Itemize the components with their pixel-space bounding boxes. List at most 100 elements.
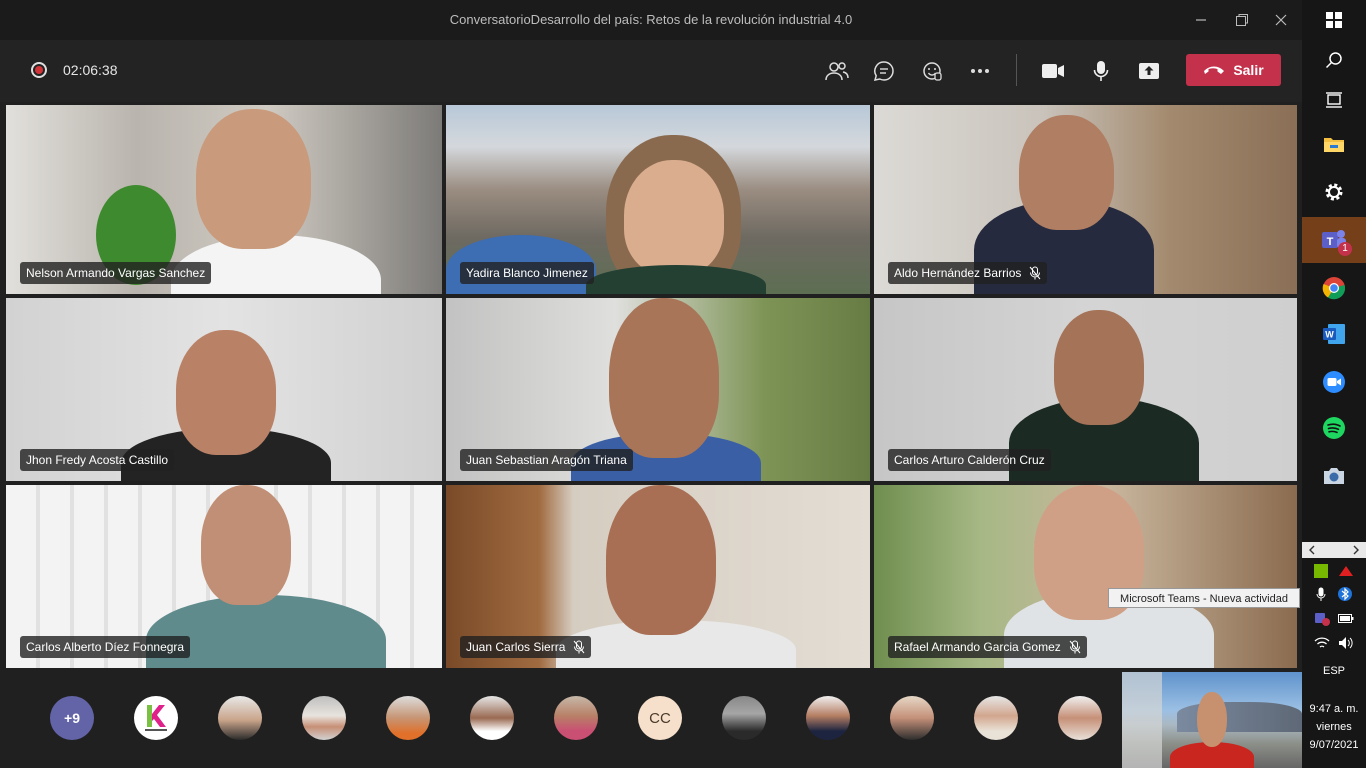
participant-name-label: Carlos Alberto Díez Fonnegra	[20, 636, 191, 658]
volume-icon	[1339, 637, 1353, 649]
chevron-right-icon	[1353, 545, 1359, 555]
participant-tile[interactable]: Rafael Armando Garcia Gomez	[874, 485, 1297, 668]
share-tray-icon	[1139, 63, 1159, 79]
tray-microphone-icon	[1316, 587, 1326, 601]
spotify-icon	[1323, 417, 1345, 439]
more-actions-button[interactable]	[965, 56, 995, 86]
participant-name-label: Juan Carlos Sierra	[460, 636, 592, 658]
tray-scroll[interactable]	[1302, 542, 1366, 558]
share-screen-button[interactable]	[1134, 56, 1164, 86]
clock-date: 9/07/2021	[1309, 739, 1359, 751]
participant-tile[interactable]: Nelson Armando Vargas Sanchez	[6, 105, 442, 294]
windows-logo-icon	[1326, 12, 1342, 28]
file-explorer-button[interactable]	[1318, 128, 1350, 160]
participants-button[interactable]	[822, 56, 852, 86]
settings-button[interactable]	[1318, 176, 1350, 208]
call-timer: 02:06:38	[63, 62, 118, 78]
camera-button[interactable]	[1038, 56, 1068, 86]
avatar[interactable]	[806, 696, 850, 740]
title-bar: ConversatorioDesarrollo del país: Retos …	[0, 0, 1302, 40]
konrad-lorenz-logo-icon	[145, 705, 167, 731]
microphone-button[interactable]	[1086, 56, 1116, 86]
people-icon	[825, 62, 849, 81]
camera-icon	[1324, 468, 1344, 484]
participant-tile[interactable]: Yadira Blanco Jimenez	[446, 105, 870, 294]
spotify-button[interactable]	[1318, 412, 1350, 444]
participant-name-label: Jhon Fredy Acosta Castillo	[20, 449, 175, 471]
close-button[interactable]	[1268, 8, 1294, 32]
notification-tooltip: Microsoft Teams - Nueva actividad	[1108, 588, 1300, 608]
participant-name-label: Nelson Armando Vargas Sanchez	[20, 262, 212, 284]
window-title: ConversatorioDesarrollo del país: Retos …	[449, 12, 853, 27]
language-indicator[interactable]: ESP	[1302, 665, 1366, 677]
more-participants-button[interactable]: +9	[50, 696, 94, 740]
avatar[interactable]	[554, 696, 598, 740]
maximize-button[interactable]	[1229, 8, 1255, 32]
leave-label: Salir	[1233, 62, 1264, 78]
avatar[interactable]	[218, 696, 262, 740]
microphone-icon	[1093, 61, 1109, 81]
video-camera-icon	[1042, 64, 1064, 78]
clock-time[interactable]: 9:47 a. m.	[1302, 703, 1366, 715]
muted-mic-icon	[573, 640, 585, 654]
teams-taskbar-button[interactable]: T 1	[1318, 224, 1352, 256]
hang-up-icon	[1204, 66, 1225, 74]
reactions-button[interactable]	[917, 56, 947, 86]
chrome-icon	[1322, 277, 1346, 300]
antivirus-icon	[1339, 566, 1353, 576]
minimize-button[interactable]	[1188, 8, 1214, 32]
raise-hand-icon	[923, 62, 942, 81]
participant-name-label: Carlos Arturo Calderón Cruz	[888, 449, 1051, 471]
avatar[interactable]	[974, 696, 1018, 740]
svg-text:W: W	[1325, 330, 1334, 340]
leave-button[interactable]: Salir	[1186, 54, 1281, 86]
battery-icon	[1338, 614, 1354, 623]
ellipsis-icon	[971, 69, 989, 73]
avatar[interactable]	[722, 696, 766, 740]
wifi-icon	[1314, 637, 1330, 648]
self-video-preview[interactable]	[1122, 672, 1302, 768]
participant-tile[interactable]: Juan Carlos Sierra	[446, 485, 870, 668]
participant-tile[interactable]: Carlos Alberto Díez Fonnegra	[6, 485, 442, 668]
avatar[interactable]	[302, 696, 346, 740]
gear-icon	[1325, 183, 1343, 201]
chrome-button[interactable]	[1318, 272, 1350, 304]
chat-button[interactable]	[869, 56, 899, 86]
search-icon	[1325, 52, 1342, 69]
search-button[interactable]	[1318, 44, 1350, 76]
start-button[interactable]	[1318, 4, 1350, 36]
participant-tile[interactable]: Juan Sebastian Aragón Triana	[446, 298, 870, 481]
camera-app-button[interactable]	[1318, 460, 1350, 492]
word-button[interactable]: W	[1318, 318, 1350, 350]
avatar[interactable]	[890, 696, 934, 740]
toolbar-divider	[1016, 54, 1017, 86]
clock-day: viernes	[1316, 721, 1352, 733]
avatar[interactable]	[134, 696, 178, 740]
bluetooth-icon	[1338, 587, 1352, 601]
chat-icon	[873, 61, 894, 81]
zoom-button[interactable]	[1318, 366, 1350, 398]
windows-taskbar: T 1 W ESP 9:47 a. m. viernes 9/07/2021	[1302, 0, 1366, 768]
zoom-icon	[1323, 371, 1345, 393]
teams-notification-badge: 1	[1338, 242, 1352, 256]
muted-mic-icon	[1069, 640, 1081, 654]
svg-text:T: T	[1327, 236, 1334, 248]
participant-strip: +9 CC	[0, 670, 1302, 768]
avatar-initials[interactable]: CC	[638, 696, 682, 740]
avatar[interactable]	[470, 696, 514, 740]
participant-name-label: Aldo Hernández Barrios	[888, 262, 1048, 284]
task-view-icon	[1326, 92, 1342, 108]
task-view-button[interactable]	[1318, 84, 1350, 116]
participant-name-label: Yadira Blanco Jimenez	[460, 262, 594, 284]
participant-tile[interactable]: Jhon Fredy Acosta Castillo	[6, 298, 442, 481]
call-controls-bar: 02:06:38 Salir	[0, 40, 1302, 102]
muted-mic-icon	[1030, 266, 1041, 280]
participant-tile[interactable]: Carlos Arturo Calderón Cruz	[874, 298, 1297, 481]
teams-tray-icon	[1315, 613, 1330, 626]
participant-tile[interactable]: Aldo Hernández Barrios	[874, 105, 1297, 294]
avatar[interactable]	[1058, 696, 1102, 740]
avatar[interactable]	[386, 696, 430, 740]
teams-window: ConversatorioDesarrollo del país: Retos …	[0, 0, 1302, 768]
chevron-left-icon	[1309, 545, 1315, 555]
nvidia-icon	[1314, 564, 1328, 578]
